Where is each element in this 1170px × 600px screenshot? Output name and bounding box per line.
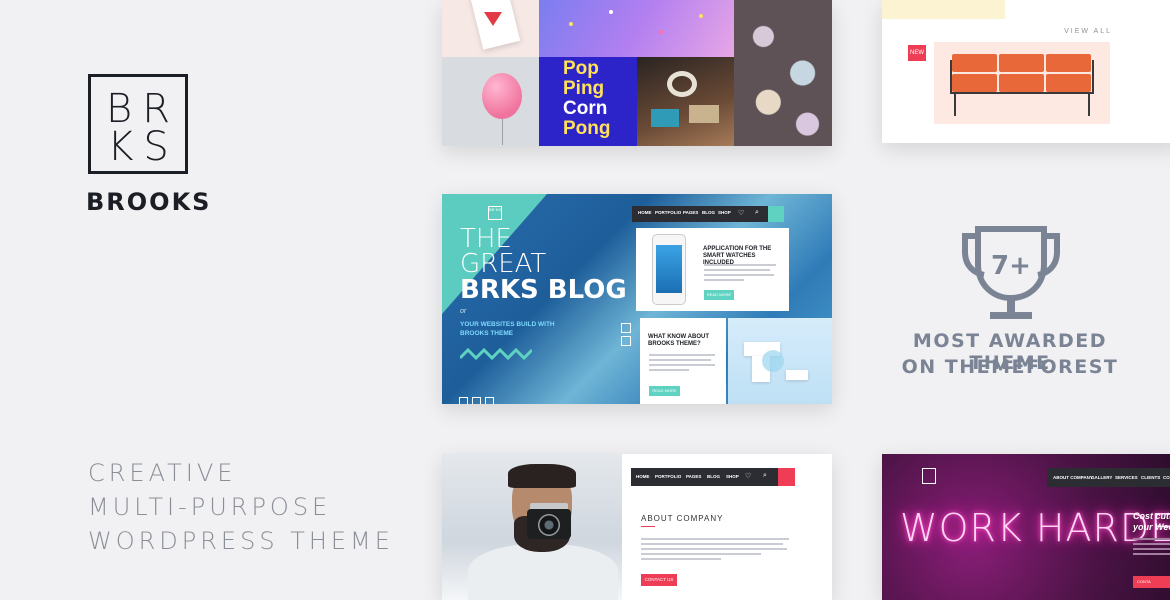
neon-heading-line: Cost cutt xyxy=(1133,511,1170,521)
cart-icon[interactable] xyxy=(778,468,795,486)
twitter-icon[interactable] xyxy=(472,397,481,404)
neon-logo xyxy=(922,468,936,484)
brand-logo: BR KS xyxy=(88,74,188,174)
nav-item-portfolio[interactable]: PORTFOLIO xyxy=(655,474,681,479)
playing-cards-image xyxy=(442,0,539,57)
tagline-line: WORDPRESS THEME xyxy=(88,527,394,555)
tagline-line: CREATIVE xyxy=(88,459,237,487)
poster-word: Pong xyxy=(563,118,611,139)
company-nav-bar: HOME PORTFOLIO PAGES BLOG SHOP ♡ ⌕ xyxy=(631,468,795,486)
poster-word: Ping xyxy=(563,78,605,99)
facebook-icon[interactable] xyxy=(459,397,468,404)
blog-preview-card: BR KS HOME PORTFOLIO PAGES BLOG SHOP ♡ ⌕… xyxy=(442,194,832,404)
new-badge: NEW xyxy=(908,45,926,61)
arrow-down-icon[interactable] xyxy=(621,336,631,346)
banner-strip xyxy=(882,0,1005,19)
blog-post-card[interactable]: WHAT KNOW ABOUT BROOKS THEME? READ MORE xyxy=(640,318,726,404)
contact-button[interactable]: CONTA xyxy=(1133,576,1170,588)
neon-heading: Cost cutt your Wec xyxy=(1133,511,1170,533)
arrow-up-icon[interactable] xyxy=(621,323,631,333)
company-heading: ABOUT COMPANY xyxy=(641,514,724,523)
blog-nav-bar: HOME PORTFOLIO PAGES BLOG SHOP ♡ ⌕ xyxy=(632,206,784,222)
poster-word: Corn xyxy=(563,98,608,119)
devices-image xyxy=(728,318,832,404)
nav-item-pages[interactable]: PAGES xyxy=(686,474,701,479)
blog-title-line: GREAT xyxy=(460,249,547,279)
blog-or-label: or xyxy=(460,308,467,315)
neon-sign-text: WORK HARDER xyxy=(900,506,1170,550)
neon-heading-line: your Wec xyxy=(1133,522,1170,532)
cart-icon[interactable] xyxy=(768,206,784,222)
neon-preview-card: ABOUT COMPANY GALLERY SERVICES CLIENTS C… xyxy=(882,454,1170,600)
nav-item-pages[interactable]: PAGES xyxy=(683,210,698,215)
poster-image: Pop Ping Corn Pong xyxy=(539,57,637,146)
neon-nav-bar: ABOUT COMPANY GALLERY SERVICES CLIENTS C… xyxy=(1047,468,1170,487)
blog-logo: BR KS xyxy=(488,206,502,220)
logo-top-letters: BR xyxy=(106,86,180,132)
read-more-button[interactable]: READ MORE xyxy=(649,386,680,396)
trophy-icon: 7+ xyxy=(962,226,1060,319)
heart-icon[interactable]: ♡ xyxy=(738,209,744,217)
nav-item-services[interactable]: SERVICES xyxy=(1115,475,1138,480)
shop-preview-card: VIEW ALL NEW xyxy=(882,0,1170,143)
nav-item-clients[interactable]: CLIENTS xyxy=(1141,475,1160,480)
heading-underline xyxy=(641,526,655,527)
nav-item-about[interactable]: ABOUT COMPANY xyxy=(1053,475,1093,480)
logo-bottom-letters: KS xyxy=(107,124,179,170)
view-all-link[interactable]: VIEW ALL xyxy=(1064,28,1112,35)
portfolio-preview-card: Pop Ping Corn Pong xyxy=(442,0,832,146)
search-icon[interactable]: ⌕ xyxy=(755,209,759,217)
phone-image xyxy=(652,234,686,305)
confetti-image xyxy=(539,0,734,57)
blog-post-card[interactable]: APPLICATION FOR THE SMART WATCHES INCLUD… xyxy=(636,228,789,311)
brand-name: BROOKS xyxy=(86,188,212,216)
award-badge-text: 7+ xyxy=(991,251,1031,281)
nav-item-shop[interactable]: SHOP xyxy=(718,210,731,215)
poster-word: Pop xyxy=(563,58,599,79)
nav-item-home[interactable]: HOME xyxy=(636,474,650,479)
eggs-image xyxy=(734,0,832,146)
company-preview-card: HOME PORTFOLIO PAGES BLOG SHOP ♡ ⌕ ABOUT… xyxy=(442,454,832,600)
nav-item-portfolio[interactable]: PORTFOLIO xyxy=(655,210,681,215)
search-icon[interactable]: ⌕ xyxy=(763,472,767,480)
read-more-button[interactable]: READ MORE xyxy=(704,290,734,300)
heart-icon[interactable]: ♡ xyxy=(745,472,751,480)
contact-us-button[interactable]: CONTACT US xyxy=(641,574,677,586)
nav-item-home[interactable]: HOME xyxy=(638,210,652,215)
tagline: CREATIVE MULTI-PURPOSE WORDPRESS THEME xyxy=(88,456,408,558)
blog-subtitle: YOUR WEBSITES BUILD WITH BROOKS THEME xyxy=(460,321,555,337)
letterpress-image xyxy=(637,57,734,146)
award-line: ON THEMEFOREST xyxy=(901,356,1119,378)
photographer-image xyxy=(442,454,622,600)
nav-item-contact[interactable]: CO xyxy=(1163,475,1170,480)
post-title[interactable]: WHAT KNOW ABOUT BROOKS THEME? xyxy=(648,334,720,348)
blog-title-line: BRKS BLOG xyxy=(460,275,627,305)
nav-item-shop[interactable]: SHOP xyxy=(726,474,739,479)
nav-item-blog[interactable]: BLOG xyxy=(702,210,715,215)
googleplus-icon[interactable] xyxy=(485,397,494,404)
balloon-image xyxy=(442,57,539,146)
tagline-line: MULTI-PURPOSE xyxy=(88,493,332,521)
nav-item-gallery[interactable]: GALLERY xyxy=(1091,475,1112,480)
nav-item-blog[interactable]: BLOG xyxy=(707,474,720,479)
sofa-image xyxy=(934,42,1110,124)
zigzag-decoration xyxy=(460,348,532,360)
